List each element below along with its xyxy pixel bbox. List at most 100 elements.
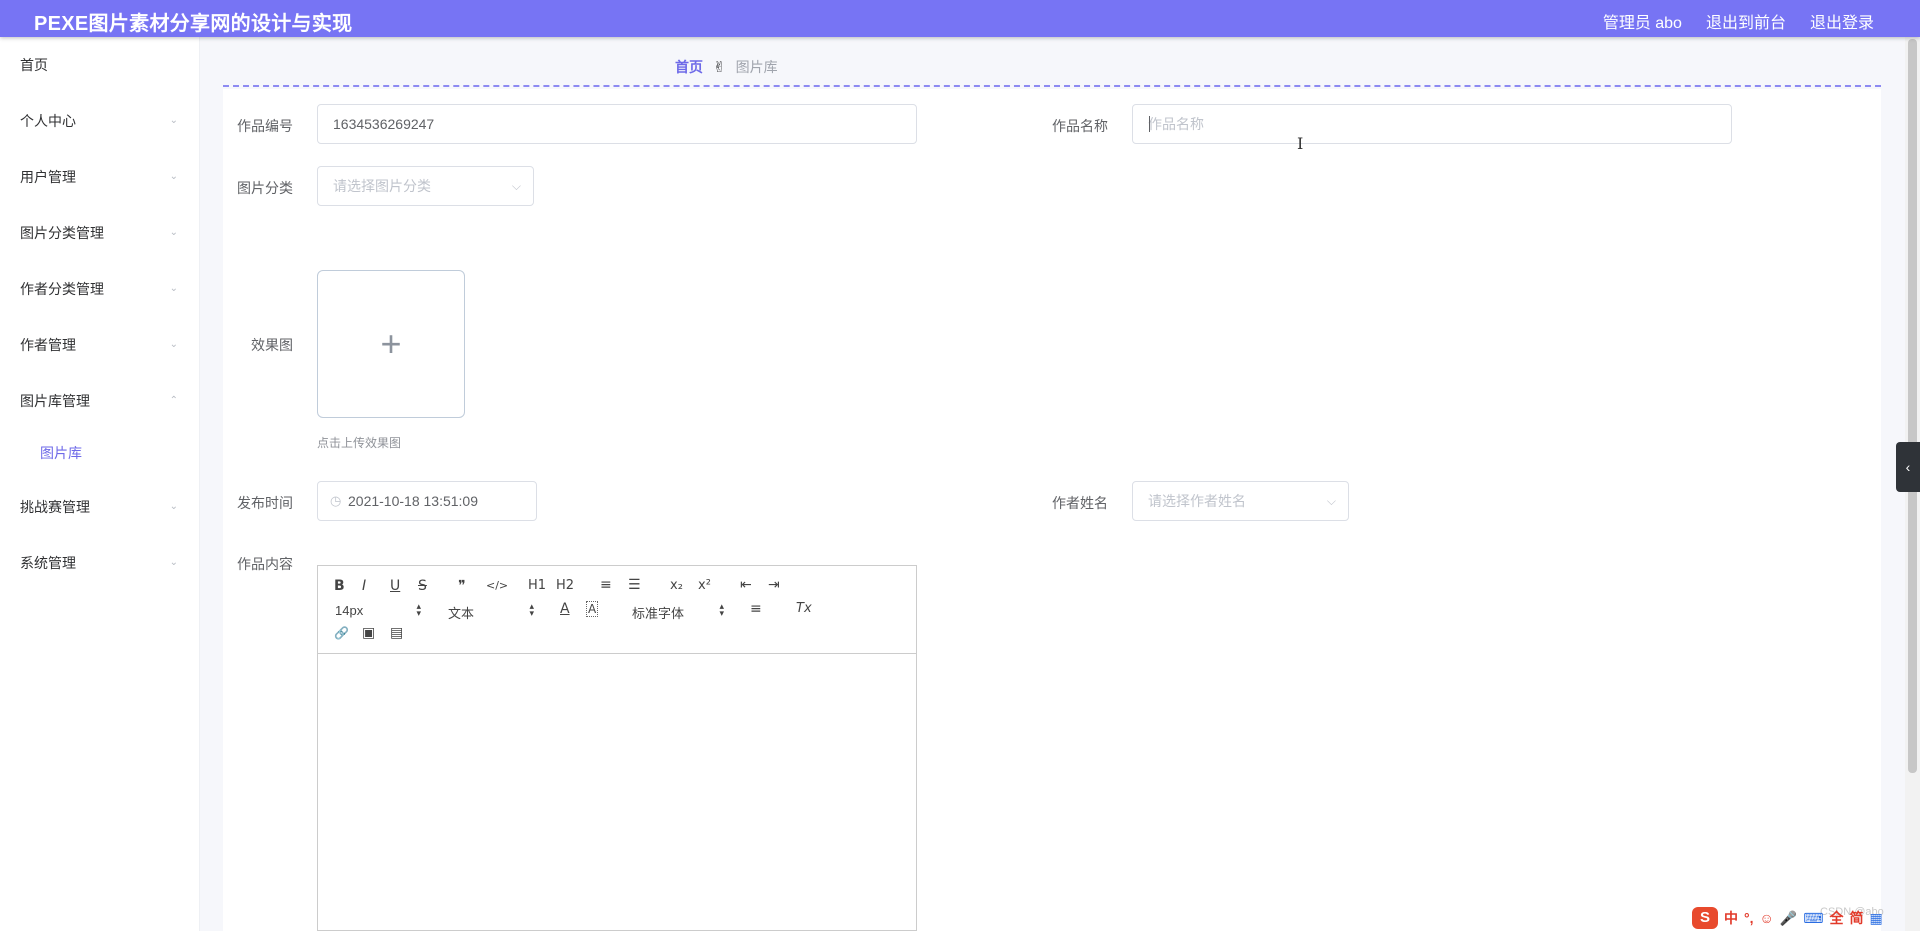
sidebar-item-label: 个人中心 [20, 113, 76, 129]
underline-button[interactable]: U [390, 578, 400, 594]
ime-punctuation[interactable]: °, [1744, 910, 1754, 926]
effect-image-label: 效果图 [251, 337, 293, 353]
upload-tip: 点击上传效果图 [317, 436, 402, 450]
chevron-up-icon: ⌃ [169, 395, 178, 406]
sidebar-item-author-management[interactable]: 作者管理 ⌄ [0, 325, 200, 365]
italic-button[interactable]: I [362, 578, 366, 594]
chevron-down-icon: ⌄ [169, 227, 178, 238]
sidebar-item-label: 图片库管理 [20, 393, 90, 409]
chevron-left-icon[interactable]: ‹ [1896, 442, 1920, 492]
video-button[interactable]: ▤ [390, 625, 403, 641]
publish-time-label: 发布时间 [237, 495, 293, 511]
ime-chinese-mode[interactable]: 中 [1724, 908, 1738, 928]
back-to-front-link[interactable]: 退出到前台 [1706, 9, 1786, 33]
breadcrumb: 首页 ✌ 图片库 [675, 57, 778, 77]
sidebar-item-home[interactable]: 首页 [0, 45, 200, 85]
strike-button[interactable]: S [418, 578, 427, 594]
author-select[interactable]: 请选择作者姓名 ⌵ [1132, 481, 1349, 521]
ime-simplified[interactable]: 简 [1849, 908, 1863, 928]
sidebar-item-system-management[interactable]: 系统管理 ⌄ [0, 543, 200, 583]
image-upload-box[interactable]: + [317, 270, 465, 418]
work-name-label: 作品名称 [1052, 118, 1108, 134]
header-value: 文本 [448, 606, 475, 621]
author-label: 作者姓名 [1052, 495, 1108, 511]
microphone-icon[interactable]: 🎤 [1780, 910, 1797, 927]
editor-content-area[interactable] [318, 655, 916, 930]
keyboard-icon[interactable]: ⌨ [1803, 910, 1823, 927]
sidebar-item-label: 图片分类管理 [20, 225, 104, 241]
header-select[interactable]: 文本 ▴ ▾ [448, 601, 534, 622]
work-name-input[interactable]: 作品名称 [1132, 104, 1732, 144]
app-title: PEXE图片素材分享网的设计与实现 [34, 13, 353, 35]
ime-full-width[interactable]: 全 [1829, 908, 1843, 928]
grid-icon[interactable]: ▦ [1869, 910, 1882, 927]
i-beam-cursor: I [1297, 134, 1304, 153]
breadcrumb-home[interactable]: 首页 [675, 57, 703, 77]
sidebar-item-label: 系统管理 [20, 555, 76, 571]
hand-icon: ✌ [713, 59, 726, 76]
spinner-icon: ▴ ▾ [416, 601, 421, 618]
work-id-label: 作品编号 [237, 118, 293, 134]
sidebar-item-label: 作者管理 [20, 337, 76, 353]
align-button[interactable]: ≡ [750, 601, 762, 617]
spinner-icon: ▴ ▾ [529, 601, 534, 618]
spinner-icon: ▴ ▾ [719, 601, 724, 618]
clean-format-button[interactable]: Tx [796, 601, 812, 616]
sidebar-item-challenge-management[interactable]: 挑战赛管理 ⌄ [0, 487, 200, 527]
font-size-value: 14px [335, 603, 364, 618]
sidebar-item-label: 用户管理 [20, 169, 76, 185]
link-button[interactable]: 🔗 [334, 626, 349, 640]
sidebar-item-image-category[interactable]: 图片分类管理 ⌄ [0, 213, 200, 253]
chevron-down-icon: ⌄ [169, 171, 178, 182]
sidebar-item-personal-center[interactable]: 个人中心 ⌄ [0, 101, 200, 141]
sidebar-item-label: 作者分类管理 [20, 281, 104, 297]
rich-text-editor: B I U S ❞ </> H1 H2 ≡ ☰ x₂ x² ⇤ ⇥ 14px ▴ ▾… [317, 565, 917, 931]
sogou-logo-icon[interactable]: S [1692, 907, 1718, 929]
sidebar: 首页 个人中心 ⌄ 用户管理 ⌄ 图片分类管理 ⌄ 作者分类管理 ⌄ 作者管理 ⌄ 图片库… [0, 37, 200, 931]
clock-icon: ◷ [330, 493, 342, 508]
main-content: 首页 ✌ 图片库 作品编号 1634536269247 作品名称 作品名称 图片… [201, 37, 1901, 931]
ime-toolbar: S 中 °, ☺ 🎤 ⌨ 全 简 ▦ [1692, 905, 1920, 931]
header-actions: 管理员 abo 退出到前台 退出登录 [1603, 9, 1874, 33]
indent-button[interactable]: ⇥ [768, 577, 780, 593]
code-block-button[interactable]: </> [486, 579, 508, 592]
bold-button[interactable]: B [334, 578, 345, 594]
chevron-down-icon: ⌄ [169, 557, 178, 568]
form-panel: 作品编号 1634536269247 作品名称 作品名称 图片分类 请选择图片分… [223, 89, 1881, 931]
header-1-button[interactable]: H1 [528, 578, 546, 593]
image-button[interactable]: ▣ [362, 625, 375, 641]
sidebar-item-author-category[interactable]: 作者分类管理 ⌄ [0, 269, 200, 309]
breadcrumb-divider [223, 85, 1881, 87]
font-family-select[interactable]: 标准字体 ▴ ▾ [632, 601, 724, 622]
subscript-button[interactable]: x₂ [670, 578, 683, 593]
scrollbar-thumb[interactable] [1908, 39, 1917, 773]
emoji-icon[interactable]: ☺ [1760, 910, 1774, 926]
chevron-down-icon: ⌄ [169, 339, 178, 350]
sidebar-subitem-gallery[interactable]: 图片库 [0, 433, 200, 473]
header-2-button[interactable]: H2 [556, 578, 574, 593]
category-placeholder: 请选择图片分类 [333, 178, 431, 194]
work-id-input[interactable]: 1634536269247 [317, 104, 917, 144]
chevron-down-icon: ⌄ [169, 501, 178, 512]
text-color-button[interactable]: A [560, 601, 570, 617]
publish-time-picker[interactable]: ◷ 2021-10-18 13:51:09 [317, 481, 537, 521]
sidebar-item-user-management[interactable]: 用户管理 ⌄ [0, 157, 200, 197]
background-color-button[interactable]: A [586, 601, 599, 617]
bullet-list-button[interactable]: ☰ [628, 577, 641, 593]
logout-link[interactable]: 退出登录 [1810, 9, 1874, 33]
sidebar-item-gallery-management[interactable]: 图片库管理 ⌃ [0, 381, 200, 421]
superscript-button[interactable]: x² [698, 578, 711, 593]
sidebar-item-label: 首页 [20, 57, 48, 73]
work-name-placeholder: 作品名称 [1148, 116, 1204, 132]
outdent-button[interactable]: ⇤ [740, 577, 752, 593]
font-size-select[interactable]: 14px ▴ ▾ [335, 601, 421, 619]
ordered-list-button[interactable]: ≡ [600, 577, 612, 593]
chevron-down-icon: ⌄ [169, 283, 178, 294]
text-caret [1149, 116, 1150, 132]
editor-toolbar: B I U S ❞ </> H1 H2 ≡ ☰ x₂ x² ⇤ ⇥ 14px ▴ ▾… [318, 566, 916, 654]
blockquote-button[interactable]: ❞ [458, 578, 466, 594]
chevron-down-icon: ⌄ [169, 115, 178, 126]
top-header: PEXE图片素材分享网的设计与实现 管理员 abo 退出到前台 退出登录 [0, 0, 1920, 37]
category-label: 图片分类 [237, 180, 293, 196]
category-select[interactable]: 请选择图片分类 ⌵ [317, 166, 534, 206]
